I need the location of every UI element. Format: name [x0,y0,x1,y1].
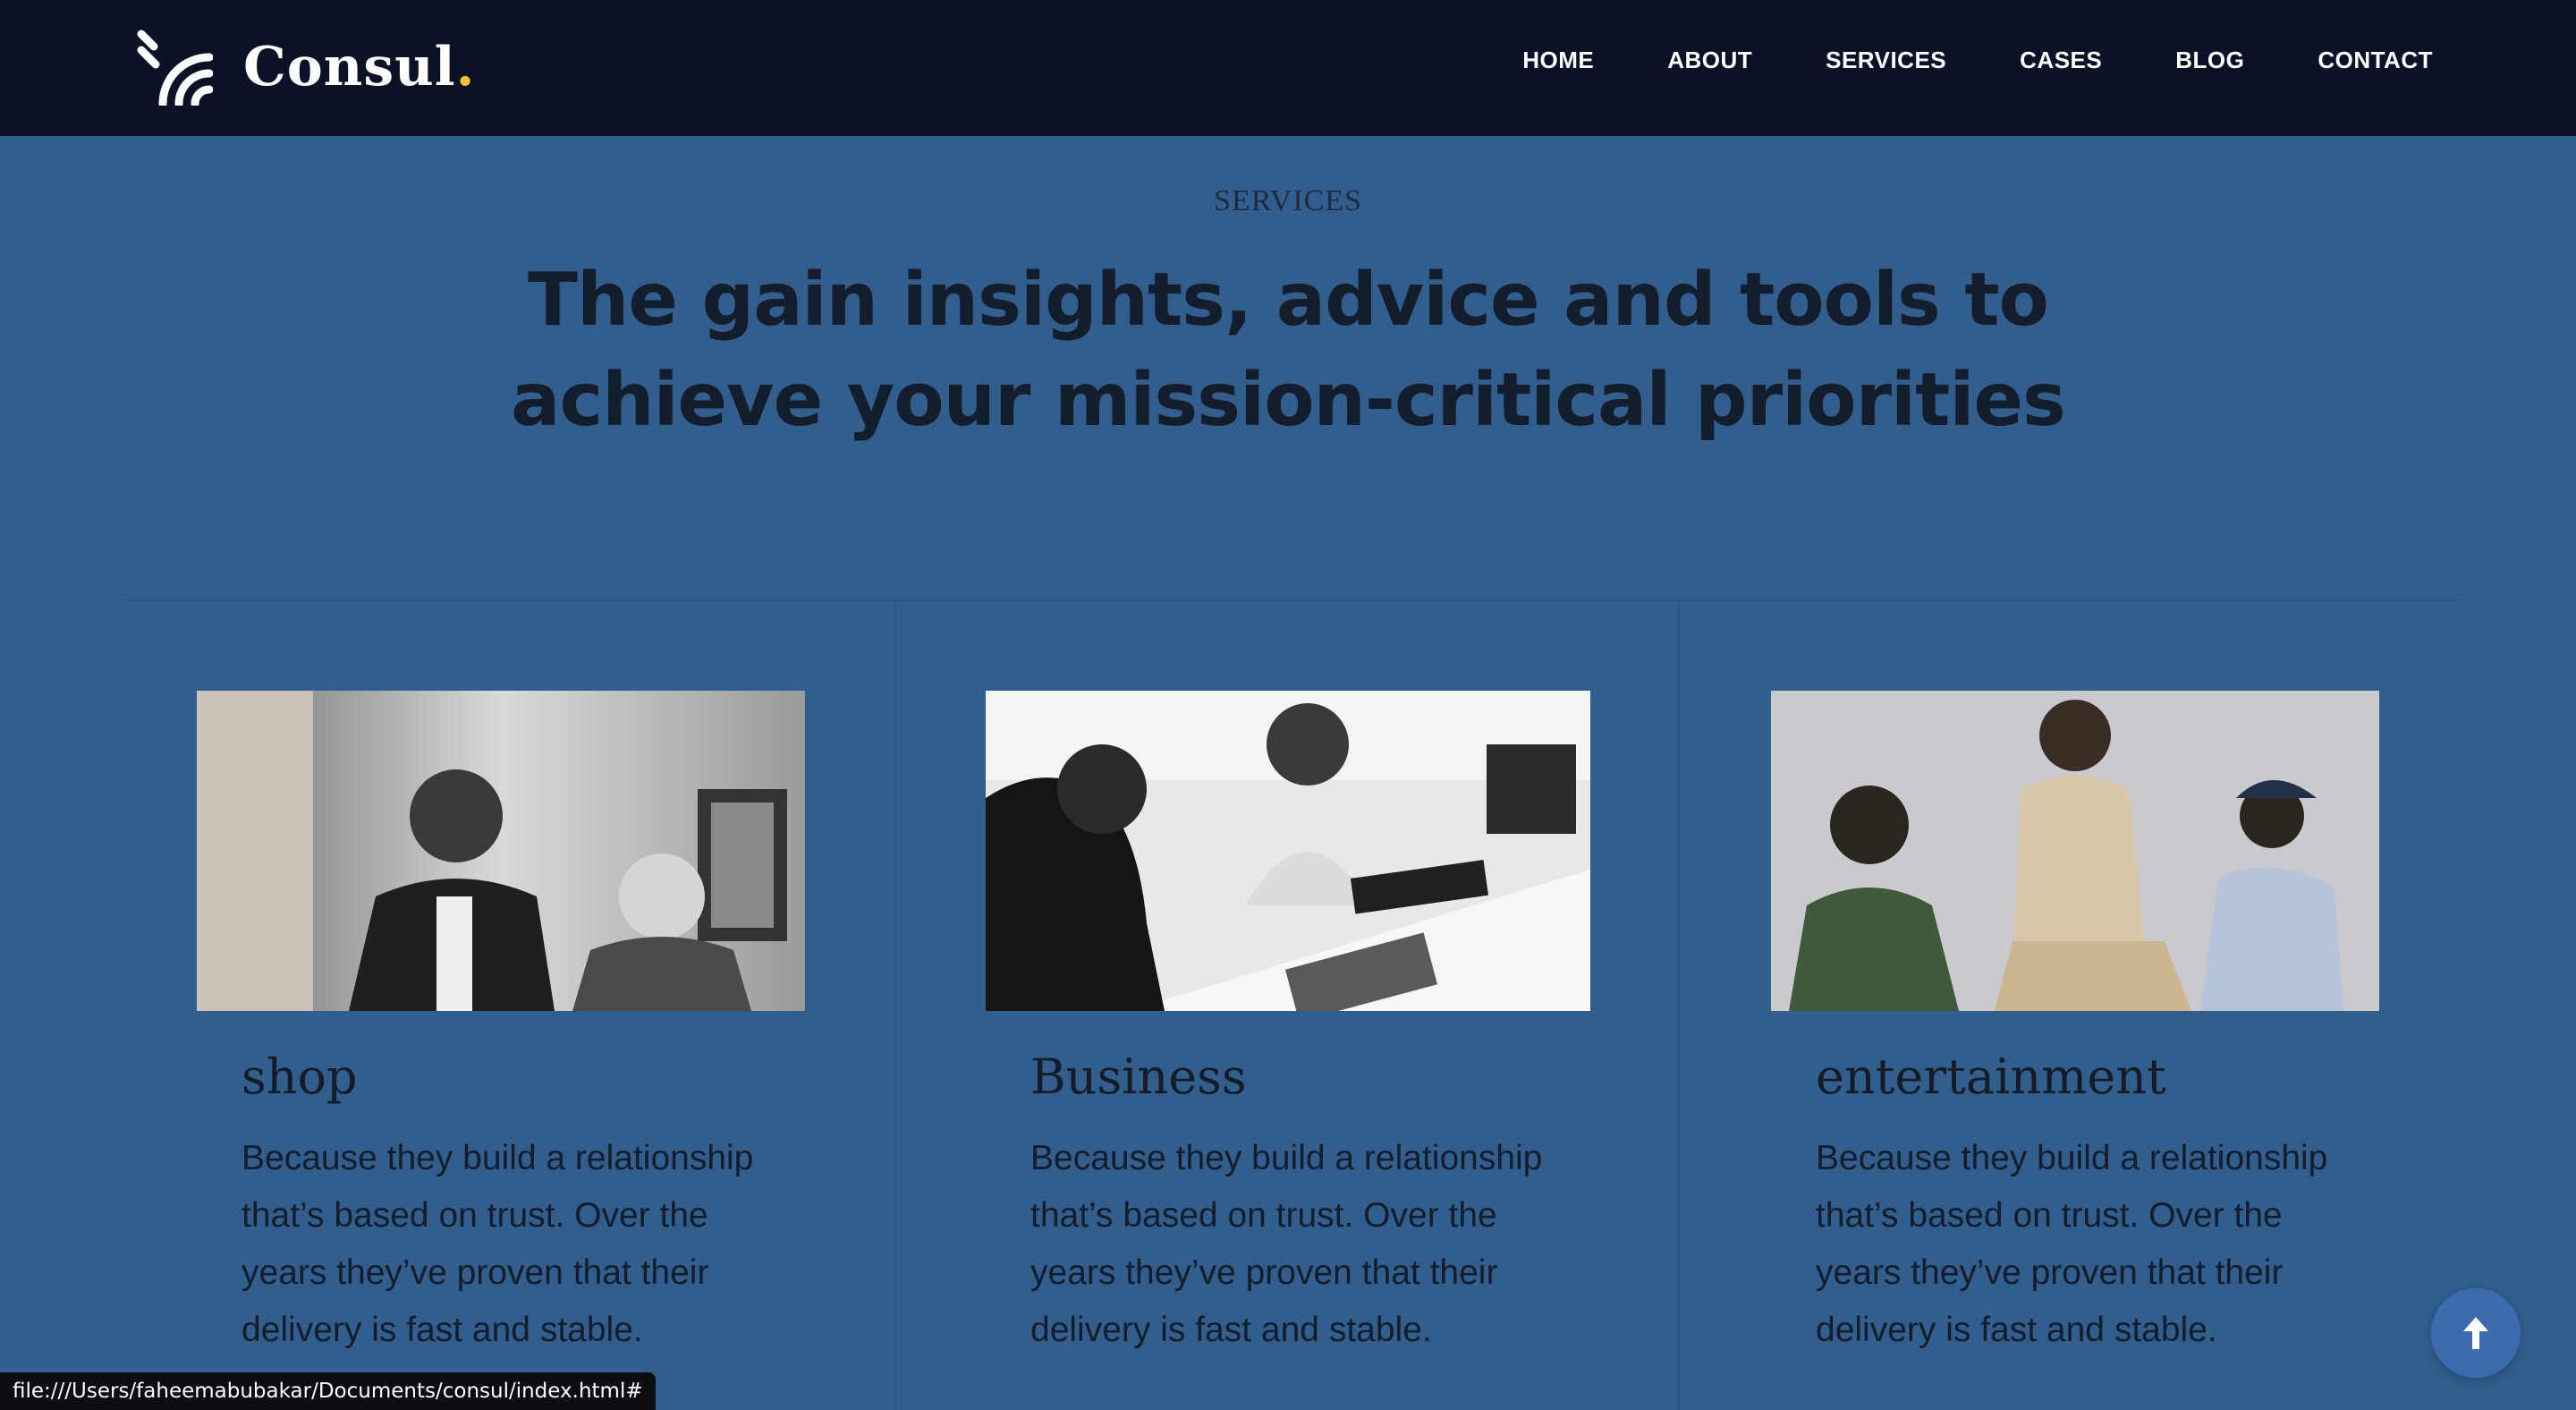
service-card-shop: shop Because they build a relationship t… [197,691,805,1359]
main-nav: HOME ABOUT SERVICES CASES BLOG CONTACT [1449,47,2433,74]
nav-cases[interactable]: CASES [2020,47,2102,74]
section-eyebrow: SERVICES [1214,184,1362,217]
nav-about[interactable]: ABOUT [1667,47,1752,74]
browser-status-bar: file:///Users/faheemabubakar/Documents/c… [0,1372,656,1410]
card-text: Because they build a relationship that’s… [1816,1139,2328,1349]
nav-blog[interactable]: BLOG [2175,47,2244,74]
card-text: Because they build a relationship that’s… [1030,1139,1543,1349]
section-headline: The gain insights, advice and tools to a… [511,258,2066,443]
site-header: Consul. HOME ABOUT SERVICES CASES BLOG C… [0,0,2576,136]
signal-logo-icon [137,30,213,106]
nav-services[interactable]: SERVICES [1826,47,1946,74]
divider-vertical-2 [1678,601,1680,1410]
nav-contact[interactable]: CONTACT [2318,47,2433,74]
photo-office-discussion-icon [986,691,1590,1011]
card-title: shop [242,1049,358,1105]
logo-dot: . [455,36,476,98]
logo[interactable]: Consul. [136,27,475,107]
card-title: Business [1030,1049,1247,1105]
divider-vertical-1 [894,601,896,1410]
photo-team-meeting-icon [197,691,805,1011]
card-text: Because they build a relationship that’s… [242,1139,754,1349]
photo-three-men-icon [1771,691,2379,1011]
service-card-entertainment: entertainment Because they build a relat… [1771,691,2379,1359]
back-to-top-button[interactable] [2431,1288,2521,1378]
arrow-up-icon [2463,1317,2488,1349]
logo-text: Consul. [243,36,476,98]
nav-home[interactable]: HOME [1522,47,1594,74]
card-title: entertainment [1816,1049,2166,1105]
divider-horizontal [125,599,2460,601]
service-card-business: Business Because they build a relationsh… [986,691,1590,1359]
